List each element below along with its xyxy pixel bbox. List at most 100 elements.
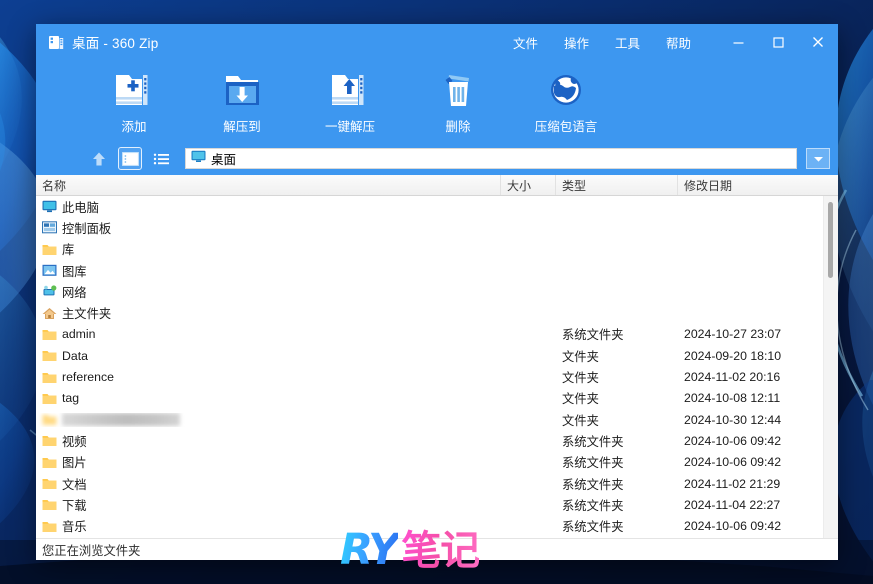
table-row[interactable]: tag 文件夹 2024-10-08 12:11 — [36, 388, 823, 409]
file-name-text: 主文件夹 — [62, 307, 112, 322]
minimize-button[interactable] — [718, 24, 758, 60]
table-row[interactable]: 此电脑 — [36, 196, 823, 217]
folder-icon — [42, 498, 57, 512]
file-type-cell: 系统文件夹 — [562, 456, 624, 471]
file-list[interactable]: 此电脑 控制面板库图库 网络 主文件夹 admin 系统文件夹 2024-10-27 23:… — [36, 196, 823, 538]
table-row[interactable]: reference 文件夹 2024-11-02 20:16 — [36, 366, 823, 387]
menu-tools[interactable]: 工具 — [602, 24, 653, 60]
file-name-cell: 主文件夹 — [36, 304, 501, 322]
delete-button[interactable]: 删除 — [416, 64, 500, 135]
one-click-extract-button[interactable]: 一键解压 — [308, 64, 392, 135]
menu-help[interactable]: 帮助 — [653, 24, 704, 60]
table-row[interactable]: 下载 系统文件夹 2024-11-04 22:27 — [36, 494, 823, 515]
column-header-date[interactable]: 修改日期 — [678, 175, 838, 195]
file-name-cell: 下载 — [36, 496, 501, 514]
file-name-cell: 库 — [36, 240, 501, 258]
table-row[interactable]: 图片 系统文件夹 2024-10-06 09:42 — [36, 452, 823, 473]
file-name-cell: 网络 — [36, 283, 501, 301]
file-name-cell: Data — [36, 349, 501, 363]
one-click-extract-icon — [327, 68, 373, 112]
close-button[interactable] — [798, 24, 838, 60]
thumbnail-view-icon[interactable] — [118, 147, 142, 170]
menu-action[interactable]: 操作 — [551, 24, 602, 60]
file-type-cell: 系统文件夹 — [562, 477, 624, 492]
control-panel-icon — [42, 221, 57, 235]
maximize-button[interactable] — [758, 24, 798, 60]
archive-language-globe-icon — [543, 68, 589, 112]
address-bar: 桌面 — [36, 142, 838, 175]
file-date-cell: 2024-10-06 09:42 — [684, 433, 782, 448]
file-name-text: tag — [62, 391, 80, 406]
window-title: 桌面 - 360 Zip — [72, 36, 159, 51]
titlebar-left: 桌面 - 360 Zip — [36, 32, 158, 52]
titlebar: 桌面 - 360 Zip 文件 操作 工具 帮助 — [36, 24, 838, 60]
table-row[interactable]: 图库 — [36, 260, 823, 281]
network-icon — [42, 285, 57, 299]
gallery-icon — [42, 264, 57, 278]
folder-icon — [42, 413, 57, 427]
file-name-text: reference — [62, 370, 114, 385]
file-type-cell: 文件夹 — [562, 349, 599, 364]
chevron-down-icon[interactable] — [806, 148, 830, 169]
file-name-text: 库 — [62, 243, 75, 258]
up-arrow-icon[interactable] — [88, 148, 110, 169]
table-row[interactable]: 文档 系统文件夹 2024-11-02 21:29 — [36, 473, 823, 494]
file-name-cell — [36, 413, 501, 427]
file-date-cell: 2024-10-06 09:42 — [684, 519, 782, 534]
add-button[interactable]: 添加 — [92, 64, 176, 135]
table-row[interactable]: 库 — [36, 239, 823, 260]
table-row[interactable]: 音乐 系统文件夹 2024-10-06 09:42 — [36, 515, 823, 536]
file-type-cell: 系统文件夹 — [562, 434, 624, 449]
app-window-360zip: 桌面 - 360 Zip 文件 操作 工具 帮助 添加 解压到 一键解压 删除 … — [36, 24, 838, 560]
file-date-cell: 2024-10-27 23:07 — [684, 327, 782, 342]
menu-bar: 文件 操作 工具 帮助 — [500, 24, 838, 60]
menu-file[interactable]: 文件 — [500, 24, 551, 60]
column-header-name[interactable]: 名称 — [36, 175, 501, 195]
archive-language-button[interactable]: 压缩包语言 — [524, 64, 608, 135]
file-type-cell: 文件夹 — [562, 413, 599, 428]
file-date-cell: 2024-10-06 09:42 — [684, 455, 782, 470]
folder-icon — [42, 391, 57, 405]
extract-to-button[interactable]: 解压到 — [200, 64, 284, 135]
address-input[interactable]: 桌面 — [185, 148, 797, 169]
redacted-file-name — [62, 413, 180, 427]
window-controls — [718, 24, 838, 60]
table-row[interactable]: Data 文件夹 2024-09-20 18:10 — [36, 345, 823, 366]
file-date-cell: 2024-10-30 12:44 — [684, 412, 782, 427]
folder-icon — [42, 242, 57, 256]
table-row[interactable]: 网络 — [36, 281, 823, 302]
table-row[interactable]: admin 系统文件夹 2024-10-27 23:07 — [36, 324, 823, 345]
column-header-size[interactable]: 大小 — [501, 175, 556, 195]
file-name-text: 音乐 — [62, 520, 87, 535]
extract-to-label: 解压到 — [223, 120, 261, 134]
file-name-text: Data — [62, 348, 88, 363]
file-name-cell: 图库 — [36, 262, 501, 280]
table-row[interactable]: 主文件夹 — [36, 302, 823, 323]
status-text: 您正在浏览文件夹 — [42, 543, 141, 558]
file-name-cell: 音乐 — [36, 517, 501, 535]
folder-icon — [42, 434, 57, 448]
vertical-scrollbar[interactable] — [823, 196, 838, 538]
file-name-cell: tag — [36, 391, 501, 405]
list-view-icon[interactable] — [150, 148, 172, 169]
table-row[interactable]: 视频 系统文件夹 2024-10-06 09:42 — [36, 430, 823, 451]
file-type-cell: 系统文件夹 — [562, 328, 624, 343]
file-name-text: 此电脑 — [62, 200, 99, 215]
table-row[interactable]: 文件夹 2024-10-30 12:44 — [36, 409, 823, 430]
archive-language-label: 压缩包语言 — [534, 120, 598, 134]
table-row[interactable]: 控制面板 — [36, 217, 823, 238]
file-name-text: 文档 — [62, 477, 87, 492]
status-bar: 您正在浏览文件夹 — [36, 538, 838, 560]
file-name-cell: 文档 — [36, 475, 501, 493]
archive-icon — [48, 34, 65, 51]
scrollbar-thumb[interactable] — [828, 202, 833, 278]
computer-icon — [42, 200, 57, 214]
column-header-type[interactable]: 类型 — [556, 175, 678, 195]
toolbar: 添加 解压到 一键解压 删除 压缩包语言 — [36, 60, 838, 142]
file-date-cell: 2024-09-20 18:10 — [684, 348, 782, 363]
file-type-cell: 文件夹 — [562, 392, 599, 407]
file-list-area: 此电脑 控制面板库图库 网络 主文件夹 admin 系统文件夹 2024-10-27 23:… — [36, 196, 838, 538]
desktop-monitor-icon — [191, 150, 206, 168]
file-type-cell: 文件夹 — [562, 371, 599, 386]
file-date-cell: 2024-11-04 22:27 — [684, 497, 781, 512]
